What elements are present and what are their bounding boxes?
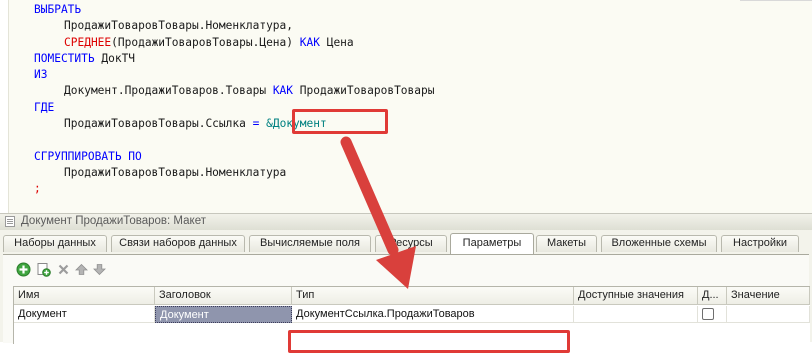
query-token: ПродажиТоваровТовары (293, 84, 435, 98)
table-row[interactable]: Документ Документ ДокументСсылка.Продажи… (14, 306, 810, 323)
move-down-icon[interactable] (91, 261, 107, 277)
query-keyword: КАК (299, 35, 320, 49)
query-token: Цена (319, 35, 354, 49)
query-line: ; (34, 181, 434, 197)
query-keyword: ВЫБРАТЬ (34, 3, 82, 16)
panel-titlebar: Документ ПродажиТоваров: Макет (0, 214, 812, 230)
cell-type[interactable]: ДокументСсылка.ПродажиТоваров (292, 306, 574, 323)
tab-nested-schemas[interactable]: Вложенные схемы (601, 235, 717, 252)
tab-dataset-links[interactable]: Связи наборов данных (111, 235, 245, 252)
column-header-name[interactable]: Имя (14, 287, 155, 305)
tab-calculated-fields[interactable]: Вычисляемые поля (249, 235, 371, 252)
query-line: ВЫБРАТЬ (34, 2, 434, 18)
query-line: Документ.ПродажиТоваров.Товары КАК Прода… (34, 83, 434, 99)
query-keyword: ГДЕ (34, 100, 55, 114)
tab-datasets[interactable]: Наборы данных (3, 235, 107, 252)
query-keyword: СГРУППИРОВАТЬ ПО (34, 149, 142, 163)
document-icon (5, 216, 15, 227)
query-token: ПродажиТоваровТовары.Ссылка (64, 117, 253, 131)
query-line: ПродажиТоваровТовары.Номенклатура, (34, 18, 434, 34)
copy-icon[interactable] (35, 261, 51, 277)
cell-available-values[interactable] (574, 306, 698, 323)
move-up-icon[interactable] (73, 261, 89, 277)
query-token: (ПродажиТоваровТовары.Цена) (111, 35, 300, 49)
column-header-title[interactable]: Заголовок (155, 287, 292, 305)
editor-gutter (0, 0, 9, 213)
query-token: Документ.ПродажиТоваров.Товары (64, 84, 273, 98)
layout-panel: Документ ПродажиТоваров: Макет Наборы да… (0, 213, 812, 344)
query-text[interactable]: ВЫБРАТЬ ПродажиТоваровТовары.Номенклатура… (34, 2, 434, 198)
query-line: ПОМЕСТИТЬ ДокТЧ (34, 51, 434, 67)
panel-title: Документ ПродажиТоваров: Макет (21, 215, 206, 227)
add-icon[interactable] (15, 261, 31, 277)
highlight-type-box (288, 330, 570, 353)
query-line (34, 132, 434, 148)
column-header-value[interactable]: Значение (727, 287, 810, 305)
tab-settings[interactable]: Настройки (721, 235, 799, 252)
query-token: ПродажиТоваровТовары.Номенклатура, (64, 19, 294, 33)
cell-name[interactable]: Документ (14, 306, 155, 323)
query-line: ПродажиТоваровТовары.Номенклатура (34, 165, 434, 181)
query-function: СРЕДНЕЕ (64, 35, 112, 49)
query-line: СРЕДНЕЕ(ПродажиТоваровТовары.Цена) КАК Ц… (34, 35, 434, 51)
column-header-available-values[interactable]: Доступные значения (574, 287, 698, 305)
query-keyword: КАК (272, 84, 294, 98)
tab-resources[interactable]: Ресурсы (375, 235, 447, 252)
column-header-type[interactable]: Тип (292, 287, 574, 305)
query-function: ; (34, 182, 41, 196)
query-token: ДокТЧ (94, 51, 136, 65)
query-keyword: ПОМЕСТИТЬ (34, 51, 95, 65)
query-token: ПродажиТоваровТовары.Номенклатура (64, 165, 287, 179)
editor-divider (740, 0, 812, 1)
cell-restrict (698, 306, 727, 323)
restrict-checkbox[interactable] (702, 308, 714, 320)
query-line: ИЗ (34, 67, 434, 83)
cell-value[interactable] (727, 306, 810, 323)
tab-parameters[interactable]: Параметры (450, 233, 534, 254)
column-header-restrict[interactable]: Д... (698, 287, 727, 305)
query-editor[interactable]: ВЫБРАТЬ ПродажиТоваровТовары.Номенклатура… (0, 0, 812, 213)
query-keyword: ИЗ (34, 68, 48, 82)
cell-title[interactable]: Документ (155, 306, 292, 323)
tab-bar: Наборы данных Связи наборов данных Вычис… (3, 233, 809, 254)
query-line: СГРУППИРОВАТЬ ПО (34, 149, 434, 165)
highlight-parameter-box (292, 109, 388, 134)
delete-icon[interactable] (55, 261, 71, 277)
tab-templates[interactable]: Макеты (536, 235, 597, 252)
